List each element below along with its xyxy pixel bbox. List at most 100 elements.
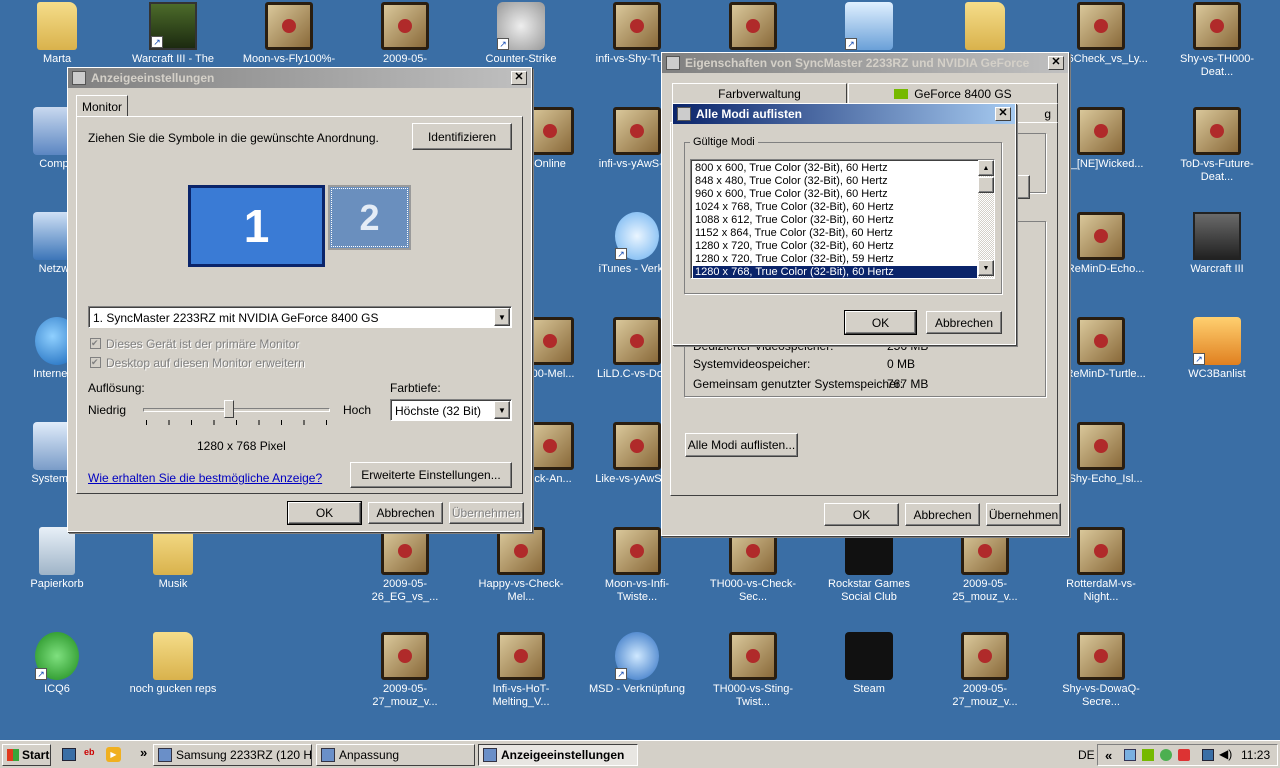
ok-button[interactable]: OK	[287, 501, 362, 525]
mode-list-item[interactable]: 848 x 480, True Color (32-Bit), 60 Hertz	[693, 175, 977, 188]
clock[interactable]: 11:23	[1241, 748, 1270, 762]
msd-icon: ↗	[615, 632, 659, 680]
desktop-icon-label: Infi-vs-HoT-Melting_V...	[492, 683, 550, 708]
listbox-scrollbar[interactable]: ▲ ▼	[978, 160, 994, 278]
desktop-icon[interactable]: ↗	[819, 2, 919, 53]
desktop-icon[interactable]: Papierkorb	[7, 527, 107, 591]
close-button[interactable]: ✕	[1048, 56, 1064, 70]
ok-button[interactable]: OK	[824, 503, 899, 526]
desktop-icon[interactable]: TH000-vs-Check-Sec...	[703, 527, 803, 604]
mode-list-item[interactable]: 1280 x 768, True Color (32-Bit), 60 Hert…	[693, 266, 977, 278]
all-modes-titlebar[interactable]: Alle Modi auflisten ✕	[673, 104, 1015, 124]
quicklaunch-more-icon[interactable]: »	[140, 745, 147, 760]
desktop-icon[interactable]: Warcraft III	[1167, 212, 1267, 276]
advanced-settings-button[interactable]: Erweiterte Einstellungen...	[350, 462, 512, 488]
mode-list-item[interactable]: 960 x 600, True Color (32-Bit), 60 Hertz	[693, 188, 977, 201]
desktop-icon[interactable]: ↗ MSD - Verknüpfung	[587, 632, 687, 696]
tray-nvidia-icon[interactable]	[1142, 749, 1154, 761]
close-button[interactable]: ✕	[511, 71, 527, 85]
quicklaunch-media-icon[interactable]: ▶	[106, 747, 121, 762]
tray-network-icon[interactable]	[1124, 749, 1136, 761]
system-memory-value: 0 MB	[887, 357, 916, 371]
desktop-icon[interactable]: ↗ Counter-Strike	[471, 2, 571, 66]
tab-geforce[interactable]: GeForce 8400 GS	[848, 83, 1058, 103]
quicklaunch-desktop-icon[interactable]	[62, 748, 76, 761]
tab-monitor[interactable]: Monitor	[76, 95, 128, 117]
desktop-icon[interactable]: Marta	[7, 2, 107, 66]
mode-list-item[interactable]: 1088 x 612, True Color (32-Bit), 60 Hert…	[693, 214, 977, 227]
apply-button[interactable]: Übernehmen	[986, 503, 1061, 526]
color-depth-select[interactable]: Höchste (32 Bit) ▼	[390, 399, 512, 421]
cancel-button[interactable]: Abbrechen	[905, 503, 980, 526]
tab-partial-label: g	[1044, 106, 1051, 121]
wcb-icon: ↗	[1193, 317, 1241, 365]
desktop-icon[interactable]: Musik	[123, 527, 223, 591]
mode-list-item[interactable]: 1152 x 864, True Color (32-Bit), 60 Hert…	[693, 227, 977, 240]
monitor-select[interactable]: 1. SyncMaster 2233RZ mit NVIDIA GeForce …	[88, 306, 512, 328]
resolution-slider-track[interactable]	[143, 408, 330, 412]
mode-list-item[interactable]: 800 x 600, True Color (32-Bit), 60 Hertz	[693, 162, 977, 175]
help-link[interactable]: Wie erhalten Sie die bestmögliche Anzeig…	[88, 471, 322, 485]
monitor-1-tile[interactable]: 1	[188, 185, 325, 267]
desktop-icon[interactable]: Steam	[819, 632, 919, 696]
desktop-icon[interactable]: RotterdaM-vs-Night...	[1051, 527, 1151, 604]
mode-list-item[interactable]: 1280 x 720, True Color (32-Bit), 59 Hert…	[693, 253, 977, 266]
tray-users-icon[interactable]	[1160, 749, 1172, 761]
desktop-icon[interactable]: Shy-vs-TH000-Deat...	[1167, 2, 1267, 79]
scroll-down-button[interactable]: ▼	[978, 260, 994, 276]
monitor-2-tile[interactable]: 2	[328, 185, 411, 250]
scroll-thumb[interactable]	[978, 177, 994, 193]
ok-button[interactable]: OK	[844, 310, 917, 335]
tab-color-management[interactable]: Farbverwaltung	[672, 83, 847, 103]
tray-monitor-icon[interactable]	[1202, 749, 1214, 761]
desktop-icon[interactable]: noch gucken reps	[123, 632, 223, 696]
desktop-icon[interactable]: ↗ ICQ6	[7, 632, 107, 696]
dropdown-arrow-icon[interactable]: ▼	[494, 308, 510, 326]
dropdown-arrow-icon[interactable]: ▼	[494, 401, 510, 419]
desktop-icon[interactable]: Rockstar Games Social Club	[819, 527, 919, 604]
cancel-button[interactable]: Abbrechen	[368, 502, 443, 524]
desktop-icon[interactable]: Happy-vs-Check-Mel...	[471, 527, 571, 604]
language-indicator[interactable]: DE	[1078, 748, 1095, 762]
modes-listbox[interactable]: 800 x 600, True Color (32-Bit), 60 Hertz…	[690, 159, 995, 279]
properties-titlebar[interactable]: Eigenschaften von SyncMaster 2233RZ und …	[662, 53, 1068, 73]
tray-security-icon[interactable]	[1178, 749, 1190, 761]
scroll-icon	[381, 2, 429, 50]
desktop-icon[interactable]: 2009-05-27_mouz_v...	[935, 632, 1035, 709]
identify-button[interactable]: Identifizieren	[412, 123, 512, 150]
scroll-icon	[1077, 212, 1125, 260]
desktop-icon[interactable]: Moon-vs-Infi-Twiste...	[587, 527, 687, 604]
tray-expand-icon[interactable]: «	[1105, 748, 1112, 763]
taskbar-button[interactable]: Samsung 2233RZ (120 H...	[153, 744, 312, 766]
quicklaunch-ebay-icon[interactable]: eb	[84, 747, 95, 757]
desktop-icon[interactable]: Infi-vs-HoT-Melting_V...	[471, 632, 571, 709]
folder-icon	[153, 527, 193, 575]
scroll-icon	[1193, 107, 1241, 155]
taskbar-button[interactable]: Anpassung	[316, 744, 475, 766]
start-button[interactable]: Start	[2, 744, 51, 766]
mode-list-item[interactable]: 1280 x 720, True Color (32-Bit), 60 Hert…	[693, 240, 977, 253]
desktop-icon[interactable]	[935, 2, 1035, 53]
desktop-icon-label: noch gucken reps	[129, 683, 217, 695]
desktop-icon[interactable]: 2009-05-26_EG_vs_...	[355, 527, 455, 604]
resolution-slider-thumb[interactable]	[224, 400, 234, 418]
display-settings-titlebar[interactable]: Anzeigeeinstellungen ✕	[68, 68, 531, 88]
cancel-button[interactable]: Abbrechen	[926, 311, 1002, 334]
desktop-icon[interactable]: ↗ WC3Banlist	[1167, 317, 1267, 381]
desktop-icon[interactable]: 2009-05-27_mouz_v...	[355, 632, 455, 709]
list-all-modes-button[interactable]: Alle Modi auflisten...	[685, 433, 798, 457]
desktop-icon-label: Papierkorb	[30, 578, 84, 590]
desktop-icon[interactable]: 2009-05-25_mouz_v...	[935, 527, 1035, 604]
mode-list-item[interactable]: 1024 x 768, True Color (32-Bit), 60 Hert…	[693, 201, 977, 214]
tray-volume-icon[interactable]: ◀)	[1219, 747, 1232, 761]
desktop-icon[interactable]	[703, 2, 803, 53]
desktop-icon[interactable]: ↗ Warcraft III - The	[123, 2, 223, 66]
desktop-icon[interactable]: Shy-vs-DowaQ-Secre...	[1051, 632, 1151, 709]
desktop-icon[interactable]: ToD-vs-Future-Deat...	[1167, 107, 1267, 184]
taskbar-button[interactable]: Anzeigeeinstellungen	[478, 744, 638, 766]
scroll-up-button[interactable]: ▲	[978, 160, 994, 176]
desktop-icon[interactable]: TH000-vs-Sting-Twist...	[703, 632, 803, 709]
close-button[interactable]: ✕	[995, 107, 1011, 121]
resolution-low-label: Niedrig	[88, 403, 127, 417]
start-label: Start	[22, 748, 50, 762]
